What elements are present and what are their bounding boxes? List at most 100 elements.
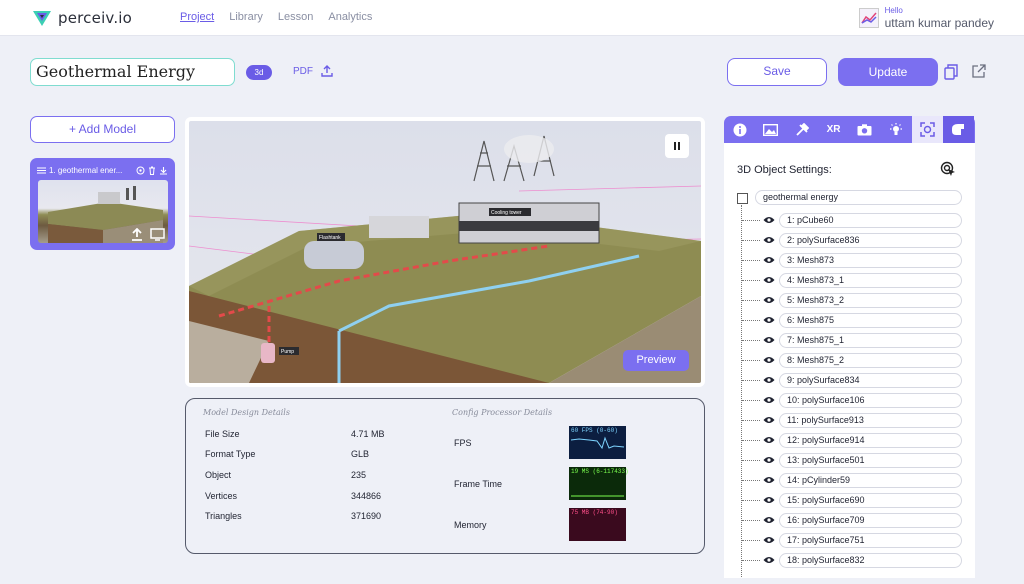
upload-icon[interactable] bbox=[131, 228, 143, 241]
frame-time-graph: 19 MS (6-117433) bbox=[569, 467, 629, 500]
tab-object-settings[interactable] bbox=[911, 116, 944, 143]
detail-label: Triangles bbox=[205, 511, 242, 521]
memory-graph: 75 MB (74-90) bbox=[569, 508, 626, 541]
tab-interaction[interactable] bbox=[943, 116, 975, 143]
object-item[interactable]: 14: pCylinder59 bbox=[779, 473, 962, 488]
visibility-eye-icon[interactable] bbox=[763, 416, 775, 424]
visibility-eye-icon[interactable] bbox=[763, 256, 775, 264]
object-item[interactable]: 13: polySurface501 bbox=[779, 453, 962, 468]
delete-icon[interactable] bbox=[148, 166, 156, 175]
tab-xr[interactable]: XR bbox=[818, 116, 849, 143]
tab-image[interactable] bbox=[755, 116, 786, 143]
object-item[interactable]: 9: polySurface834 bbox=[779, 373, 962, 388]
tree-connector bbox=[742, 560, 760, 561]
nav-lesson[interactable]: Lesson bbox=[278, 11, 313, 23]
3d-viewport[interactable]: Cooling tower Flashtank Pump bbox=[185, 117, 705, 387]
scene-render[interactable]: Cooling tower Flashtank Pump bbox=[189, 121, 701, 383]
memory-caption: 75 MB (74-90) bbox=[571, 509, 618, 516]
add-model-button[interactable]: + Add Model bbox=[30, 116, 175, 143]
visibility-eye-icon[interactable] bbox=[763, 216, 775, 224]
model-thumbnail[interactable] bbox=[38, 180, 168, 243]
fps-caption: 60 FPS (0-60) bbox=[571, 427, 618, 434]
object-item[interactable]: 4: Mesh873_1 bbox=[779, 273, 962, 288]
visibility-eye-icon[interactable] bbox=[763, 296, 775, 304]
light-icon bbox=[890, 122, 903, 135]
object-item[interactable]: 2: polySurface836 bbox=[779, 233, 962, 248]
tree-connector bbox=[742, 500, 760, 501]
pdf-label: PDF bbox=[293, 65, 313, 77]
config-details-title: Config Processor Details bbox=[452, 408, 553, 417]
tab-camera[interactable] bbox=[849, 116, 880, 143]
object-item[interactable]: 15: polySurface690 bbox=[779, 493, 962, 508]
drag-handle-icon[interactable] bbox=[37, 166, 46, 174]
root-checkbox[interactable] bbox=[737, 193, 748, 204]
object-item[interactable]: 11: polySurface913 bbox=[779, 413, 962, 428]
object-item[interactable]: 17: polySurface751 bbox=[779, 533, 962, 548]
tab-tools[interactable] bbox=[787, 116, 818, 143]
download-icon[interactable] bbox=[159, 166, 168, 175]
type-badge: 3d bbox=[246, 65, 272, 80]
object-item[interactable]: 18: polySurface832 bbox=[779, 553, 962, 568]
tree-connector bbox=[742, 380, 760, 381]
pick-object-icon[interactable] bbox=[940, 161, 956, 177]
copy-icon[interactable] bbox=[944, 64, 958, 80]
visibility-eye-icon[interactable] bbox=[763, 476, 775, 484]
tree-connector bbox=[742, 360, 760, 361]
object-item[interactable]: 6: Mesh875 bbox=[779, 313, 962, 328]
model-card[interactable]: 1. geothermal ener... bbox=[30, 158, 175, 250]
object-item[interactable]: 1: pCube60 bbox=[779, 213, 962, 228]
nav-analytics[interactable]: Analytics bbox=[328, 11, 372, 23]
app-name: perceiv.io bbox=[58, 9, 133, 27]
tab-info[interactable] bbox=[724, 116, 755, 143]
tree-connector bbox=[742, 340, 760, 341]
visibility-eye-icon[interactable] bbox=[763, 356, 775, 364]
visibility-eye-icon[interactable] bbox=[763, 496, 775, 504]
nav-project[interactable]: Project bbox=[180, 11, 214, 23]
object-item[interactable]: 10: polySurface106 bbox=[779, 393, 962, 408]
object-item[interactable]: 8: Mesh875_2 bbox=[779, 353, 962, 368]
object-root[interactable]: geothermal energy bbox=[755, 190, 962, 205]
visibility-eye-icon[interactable] bbox=[763, 436, 775, 444]
logo[interactable]: perceiv.io bbox=[32, 8, 132, 28]
scene-label-flashtank: Flashtank bbox=[319, 235, 341, 241]
fps-graph: 60 FPS (0-60) bbox=[569, 426, 626, 459]
tools-icon bbox=[796, 122, 810, 136]
project-title-input[interactable]: Geothermal Energy bbox=[30, 58, 235, 86]
object-item[interactable]: 12: polySurface914 bbox=[779, 433, 962, 448]
visibility-eye-icon[interactable] bbox=[763, 316, 775, 324]
save-button[interactable]: Save bbox=[727, 58, 827, 86]
visibility-eye-icon[interactable] bbox=[763, 336, 775, 344]
detail-label: Vertices bbox=[205, 491, 238, 501]
hand-icon bbox=[952, 124, 965, 135]
object-item[interactable]: 3: Mesh873 bbox=[779, 253, 962, 268]
visibility-eye-icon[interactable] bbox=[763, 236, 775, 244]
object-item[interactable]: 7: Mesh875_1 bbox=[779, 333, 962, 348]
pause-button[interactable] bbox=[665, 134, 689, 158]
visibility-eye-icon[interactable] bbox=[763, 456, 775, 464]
preview-button[interactable]: Preview bbox=[623, 350, 689, 371]
user-menu[interactable]: Hello uttam kumar pandey bbox=[858, 6, 994, 30]
tree-connector bbox=[742, 280, 760, 281]
perf-label-frame-time: Frame Time bbox=[454, 479, 503, 489]
visibility-eye-icon[interactable] bbox=[763, 276, 775, 284]
visibility-eye-icon[interactable] bbox=[763, 516, 775, 524]
target-icon[interactable] bbox=[136, 166, 145, 175]
frame-time-caption: 19 MS (6-117433) bbox=[571, 468, 629, 475]
camera-icon bbox=[857, 123, 872, 135]
object-item[interactable]: 5: Mesh873_2 bbox=[779, 293, 962, 308]
update-button[interactable]: Update bbox=[838, 58, 938, 86]
tree-connector bbox=[742, 240, 760, 241]
nav-library[interactable]: Library bbox=[229, 11, 263, 23]
pdf-upload-button[interactable]: PDF bbox=[293, 65, 333, 77]
tree-connector bbox=[742, 460, 760, 461]
visibility-eye-icon[interactable] bbox=[763, 536, 775, 544]
visibility-eye-icon[interactable] bbox=[763, 396, 775, 404]
external-link-icon[interactable] bbox=[972, 64, 986, 78]
object-item[interactable]: 16: polySurface709 bbox=[779, 513, 962, 528]
screen-icon[interactable] bbox=[150, 228, 165, 241]
visibility-eye-icon[interactable] bbox=[763, 376, 775, 384]
tree-connector bbox=[742, 520, 760, 521]
details-panel: Model Design Details Config Processor De… bbox=[185, 398, 705, 554]
visibility-eye-icon[interactable] bbox=[763, 556, 775, 564]
tab-light[interactable] bbox=[880, 116, 911, 143]
